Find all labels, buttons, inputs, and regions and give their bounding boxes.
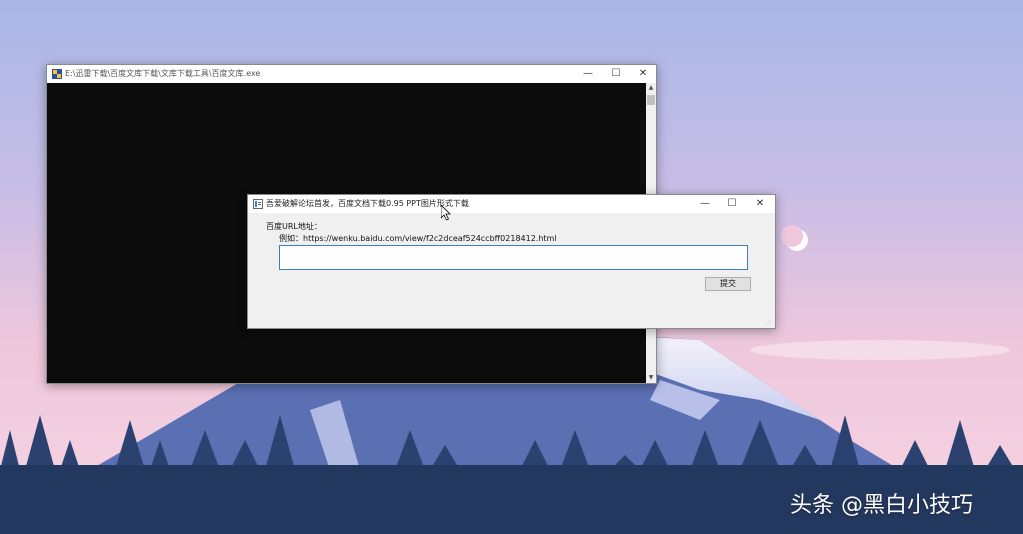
dialog-app-icon [253, 199, 263, 209]
url-input[interactable] [279, 245, 748, 270]
scrollbar-thumb[interactable] [647, 95, 655, 105]
maximize-button[interactable]: ☐ [602, 65, 630, 83]
download-dialog[interactable]: 吾爱破解论坛首发，百度文档下载0.95 PPT图片形式下载 — ☐ ✕ 百度UR… [247, 194, 776, 329]
watermark-text: 头条 @黑白小技巧 [790, 493, 973, 518]
console-titlebar[interactable]: E:\迅雷下载\百度文库下载\文库下载工具\百度文库.exe — ☐ ✕ [47, 65, 656, 83]
submit-button[interactable]: 提交 [705, 277, 751, 291]
console-app-icon [52, 69, 62, 79]
url-label: 百度URL地址： [266, 222, 322, 231]
dialog-titlebar[interactable]: 吾爱破解论坛首发，百度文档下载0.95 PPT图片形式下载 — ☐ ✕ [248, 195, 775, 213]
console-title: E:\迅雷下载\百度文库下载\文库下载工具\百度文库.exe [65, 69, 261, 78]
maximize-button[interactable]: ☐ [718, 195, 746, 213]
scroll-down-arrow-icon[interactable]: ▼ [646, 373, 656, 383]
resize-grip-icon[interactable]: ⋰ [766, 319, 774, 327]
minimize-button[interactable]: — [574, 65, 602, 83]
dialog-title: 吾爱破解论坛首发，百度文档下载0.95 PPT图片形式下载 [266, 199, 469, 208]
close-button[interactable]: ✕ [629, 65, 657, 83]
close-button[interactable]: ✕ [746, 195, 774, 213]
example-url-hint: 例如：https://wenku.baidu.com/view/f2c2dcea… [279, 234, 557, 243]
scroll-up-arrow-icon[interactable]: ▲ [646, 83, 656, 93]
mouse-cursor-icon [441, 205, 451, 221]
cloud [750, 340, 1010, 360]
minimize-button[interactable]: — [691, 195, 719, 213]
desktop: E:\迅雷下载\百度文库下载\文库下载工具\百度文库.exe — ☐ ✕ ▲ ▼… [0, 0, 1023, 534]
